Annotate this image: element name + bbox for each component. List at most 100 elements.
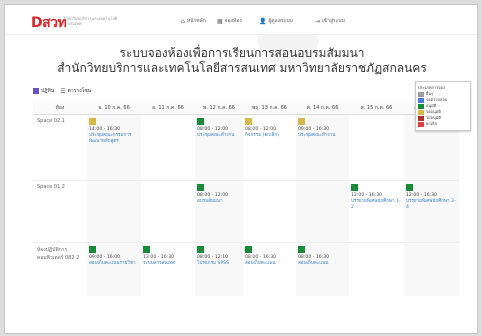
booking-subject[interactable]: ประชุมคณะกรรมการพัฒนาหลักสูตร [89, 133, 139, 145]
booking-subject[interactable]: บรรยายพิเศษนักศึกษา 3-4 [406, 199, 457, 211]
booking-subject[interactable]: อบรมสัมมนา [197, 199, 241, 205]
table-cell: 08:00 - 16:30 สอบเก็บคะแนน [243, 241, 296, 296]
tab-table[interactable]: ☰ ตารางโซน [60, 87, 91, 95]
nav-item-3[interactable]: ⇥ เข้าสู่ระบบ [315, 17, 345, 25]
table-cell [87, 179, 141, 242]
legend-label: อนุมัติ [426, 103, 437, 108]
nav-item-label: เข้าสู่ระบบ [322, 18, 345, 24]
nav-item-label: หน้าหลัก [186, 18, 206, 24]
status-badge [298, 245, 305, 253]
table-cell [404, 241, 459, 296]
column-header: พฤ. 13 ก.ค. 66 [243, 103, 296, 115]
table-icon: ☰ [60, 87, 66, 95]
legend: ประเภทการจอง อื่นๆ รอตรวจสอบ อนุมัติ รออนุม… [415, 81, 471, 131]
booking-entry[interactable]: 08:00 - 12:00 ประชุมคณะทำงาน [197, 117, 241, 139]
column-header: ส. 15 ก.ค. 66 [349, 103, 404, 115]
nav-item-0[interactable]: ⌂ หน้าหลัก [181, 17, 206, 25]
booking-subject[interactable]: กิจกรรม (ยกเลิก) [245, 133, 294, 139]
booking-table: ห้อง จ. 10 ก.ค. 66 อ. 11 ก.ค. 66 พ. 12 ก.ค.… [33, 103, 459, 296]
page-subtitle: สำนักวิทยบริการและเทคโนโลยีสารสนเทศ มหาว… [57, 61, 427, 75]
calendar-icon [33, 88, 39, 94]
site-logo[interactable]: Dสวท [31, 12, 67, 34]
nav-item-2[interactable]: 👤 ผู้ดูแลระบบ [259, 17, 293, 25]
booking-entry[interactable]: 09:00 - 16:00 สอบเก็บคะแนนรายวิชา [89, 245, 139, 267]
room-name: Space 02 1 [33, 113, 87, 180]
status-badge [351, 183, 358, 191]
home-icon: ⌂ [181, 17, 185, 25]
table-cell: 09:00 - 16:30 ประชุมคณะทำงาน [296, 113, 349, 180]
legend-label: ไม่อนุมัติ [426, 115, 442, 120]
booking-entry[interactable]: 13:00 - 16:30 ระบบสารสนเทศ [143, 245, 193, 267]
booking-entry[interactable]: 08:00 - 16:30 สอบเก็บคะแนน [245, 245, 294, 267]
legend-swatch [418, 116, 424, 121]
table-cell: 08:00 - 12:00 ประชุมคณะทำงาน [195, 113, 243, 180]
booking-subject[interactable]: ระบบสารสนเทศ [143, 261, 193, 267]
booking-entry[interactable]: 08:00 - 12:00 กิจกรรม (ยกเลิก) [245, 117, 294, 139]
column-header: จ. 10 ก.ค. 66 [87, 103, 141, 115]
table-cell [296, 179, 349, 242]
tab-calendar[interactable]: ปฏิทิน [33, 87, 54, 95]
status-badge [298, 117, 305, 125]
nav-item-label: จองห้อง [224, 18, 242, 24]
legend-label: รออนุมัติ [426, 109, 441, 114]
legend-label: อื่นๆ [426, 91, 434, 96]
table-row: Space 02 1 14:00 - 16:30 ประชุมคณะกรรมการพ… [33, 113, 459, 180]
status-badge [197, 117, 204, 125]
table-cell: 12:00 - 16:30 บรรยายพิเศษนักศึกษา 1-2 [349, 179, 404, 242]
booking-subject[interactable]: บรรยายพิเศษนักศึกษา 1-2 [351, 199, 402, 211]
legend-label: ยกเลิก [426, 121, 438, 126]
booking-entry[interactable]: 12:00 - 16:30 บรรยายพิเศษนักศึกษา 1-2 [351, 183, 402, 211]
booking-subject[interactable]: ประชุมคณะทำงาน [298, 133, 347, 139]
booking-subject[interactable]: สอบเก็บคะแนน [245, 261, 294, 267]
status-badge [143, 245, 150, 253]
calendar-icon: ▦ [217, 17, 223, 25]
table-cell: 12:00 - 16:30 บรรยายพิเศษนักศึกษา 3-4 [404, 179, 459, 242]
column-header: อ. 11 ก.ค. 66 [141, 103, 195, 115]
legend-item: ยกเลิก [418, 121, 468, 127]
column-header: ศ. 14 ก.ค. 66 [296, 103, 349, 115]
legend-swatch [418, 110, 424, 115]
booking-entry[interactable]: 14:00 - 16:30 ประชุมคณะกรรมการพัฒนาหลักสู… [89, 117, 139, 145]
table-cell: 09:00 - 16:00 สอบเก็บคะแนนรายวิชา [87, 241, 141, 296]
legend-swatch [418, 98, 424, 103]
status-badge [89, 117, 96, 125]
view-tabs: ปฏิทิน ☰ ตารางโซน [33, 87, 91, 95]
table-cell [243, 179, 296, 242]
page: Dสวท สำนักวิทยบริการและเทคโนโลยีสารสนเทศ… [4, 4, 478, 334]
status-badge [406, 183, 413, 191]
booking-subject[interactable]: สอบเก็บคะแนน [298, 261, 347, 267]
nav-item-label: ผู้ดูแลระบบ [268, 18, 293, 24]
table-cell: 08:00 - 16:30 สอบเก็บคะแนน [296, 241, 349, 296]
room-name: ห้องปฏิบัติการคอมพิวเตอร์ 082 2 [33, 241, 87, 296]
status-badge [245, 245, 252, 253]
legend-label: รอตรวจสอบ [426, 97, 448, 102]
column-header: พ. 12 ก.ค. 66 [195, 103, 243, 115]
table-cell [349, 241, 404, 296]
status-badge [245, 117, 252, 125]
table-row: ห้องปฏิบัติการคอมพิวเตอร์ 082 2 09:00 - 1… [33, 241, 459, 296]
room-name: Space 01 2 [33, 179, 87, 242]
status-badge [197, 183, 204, 191]
table-cell: 08:00 - 12:00 กิจกรรม (ยกเลิก) [243, 113, 296, 180]
legend-swatch [418, 92, 424, 97]
status-badge [89, 245, 96, 253]
table-cell: 08:00 - 12:10 โปรแกรม SPSS [195, 241, 243, 296]
nav-item-1[interactable]: ▦ จองห้อง [217, 17, 242, 25]
top-nav: Dสวท สำนักวิทยบริการและเทคโนโลยีสารสนเทศ… [5, 5, 477, 35]
booking-entry[interactable]: 08:00 - 12:10 โปรแกรม SPSS [197, 245, 241, 267]
booking-entry[interactable]: 12:00 - 16:30 บรรยายพิเศษนักศึกษา 3-4 [406, 183, 457, 211]
booking-subject[interactable]: สอบเก็บคะแนนรายวิชา [89, 261, 139, 267]
login-icon: ⇥ [315, 17, 321, 25]
booking-entry[interactable]: 08:00 - 12:00 อบรมสัมมนา [197, 183, 241, 205]
tab-table-label: ตารางโซน [67, 88, 92, 94]
booking-entry[interactable]: 09:00 - 16:30 ประชุมคณะทำงาน [298, 117, 347, 139]
status-badge [197, 245, 204, 253]
booking-entry[interactable]: 08:00 - 16:30 สอบเก็บคะแนน [298, 245, 347, 267]
user-icon: 👤 [259, 17, 267, 25]
table-cell [141, 113, 195, 180]
booking-subject[interactable]: โปรแกรม SPSS [197, 261, 241, 267]
table-cell [349, 113, 404, 180]
booking-subject[interactable]: ประชุมคณะทำงาน [197, 133, 241, 139]
legend-swatch [418, 122, 424, 127]
table-cell [141, 179, 195, 242]
